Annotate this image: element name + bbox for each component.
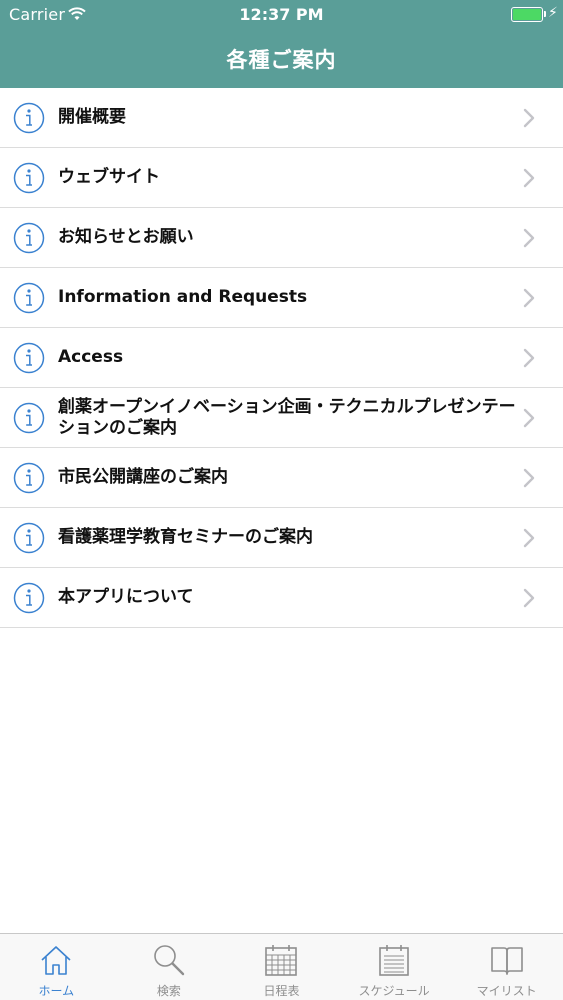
list-item[interactable]: Information and Requests [0, 268, 563, 328]
info-list: 開催概要 ウェブサイト お知らせとお願い Information and Req… [0, 88, 563, 628]
tab-mylist[interactable]: マイリスト [450, 934, 563, 1000]
list-item-label: 看護薬理学教育セミナーのご案内 [58, 527, 313, 547]
tab-label: 検索 [156, 984, 181, 998]
list-item-label: Access [58, 347, 124, 367]
list-item[interactable]: 市民公開講座のご案内 [0, 448, 563, 508]
tab-label: 日程表 [263, 984, 300, 998]
battery-icon [511, 7, 543, 22]
tab-bar: ホーム 検索 日程表 スケジュール マイリスト [0, 933, 563, 1000]
navigation-header: Carrier 12:37 PM ⚡ 各種ご案内 [0, 0, 563, 88]
tab-calendar[interactable]: 日程表 [225, 934, 338, 1000]
tab-home[interactable]: ホーム [0, 934, 113, 1000]
tab-label: スケジュール [358, 984, 430, 998]
list-item-label: 開催概要 [58, 107, 126, 127]
chevron-right-icon [523, 228, 535, 248]
info-icon [13, 522, 45, 554]
schedule-icon [379, 945, 409, 976]
status-time: 12:37 PM [239, 5, 324, 24]
info-icon [13, 462, 45, 494]
page-title: 各種ご案内 [226, 48, 337, 72]
list-item[interactable]: 創薬オープンイノベーション企画・テクニカルプレゼンテーションのご案内 [0, 388, 563, 448]
list-item[interactable]: 看護薬理学教育セミナーのご案内 [0, 508, 563, 568]
chevron-right-icon [523, 468, 535, 488]
tab-search[interactable]: 検索 [113, 934, 226, 1000]
chevron-right-icon [523, 108, 535, 128]
list-item[interactable]: 開催概要 [0, 88, 563, 148]
chevron-right-icon [523, 528, 535, 548]
battery-tip [544, 11, 546, 17]
charging-icon: ⚡ [548, 5, 558, 21]
tab-schedule[interactable]: スケジュール [338, 934, 451, 1000]
app-screen: Carrier 12:37 PM ⚡ 各種ご案内 開催概要 ウェブサイト お知ら… [0, 0, 563, 1000]
list-item-label: ウェブサイト [58, 167, 160, 187]
list-item-label: 創薬オープンイノベーション企画・テクニカルプレゼンテーションのご案内 [58, 396, 516, 438]
tab-label: ホーム [38, 984, 75, 998]
search-icon [154, 945, 185, 976]
tab-label: マイリスト [476, 984, 537, 998]
info-icon [13, 582, 45, 614]
info-icon [13, 222, 45, 254]
list-item[interactable]: Access [0, 328, 563, 388]
list-item-label: 本アプリについて [58, 587, 194, 607]
list-item[interactable]: ウェブサイト [0, 148, 563, 208]
chevron-right-icon [523, 168, 535, 188]
info-icon [13, 102, 45, 134]
chevron-right-icon [523, 588, 535, 608]
info-icon [13, 342, 45, 374]
list-item[interactable]: 本アプリについて [0, 568, 563, 628]
info-icon [13, 282, 45, 314]
info-icon [13, 402, 45, 434]
book-icon [490, 947, 523, 975]
chevron-right-icon [523, 348, 535, 368]
list-item-label: Information and Requests [58, 287, 308, 307]
calendar-icon [265, 945, 298, 976]
list-item-label: お知らせとお願い [58, 227, 194, 247]
list-item[interactable]: お知らせとお願い [0, 208, 563, 268]
home-icon [41, 946, 71, 975]
chevron-right-icon [523, 408, 535, 428]
info-icon [13, 162, 45, 194]
status-bar: Carrier 12:37 PM ⚡ [0, 0, 563, 30]
chevron-right-icon [523, 288, 535, 308]
list-item-label: 市民公開講座のご案内 [58, 467, 228, 487]
